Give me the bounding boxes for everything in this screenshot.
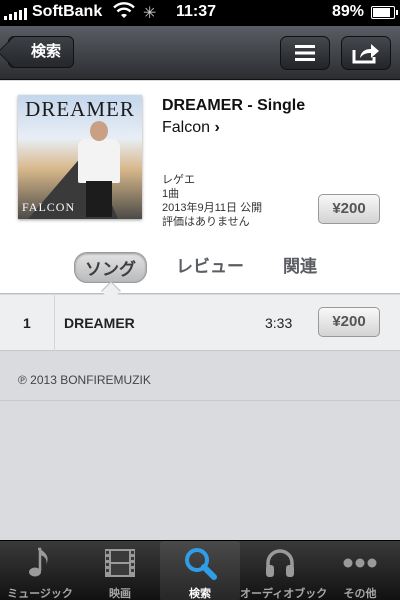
tab-music[interactable]: ミュージック <box>0 541 80 600</box>
headphones-icon <box>240 545 320 581</box>
chevron-right-icon: › <box>214 119 220 136</box>
back-button[interactable]: 検索 <box>8 36 75 68</box>
cover-artist-text: FALCON <box>22 200 76 214</box>
carrier-name: SoftBank <box>32 3 103 20</box>
tab-songs[interactable]: ソング <box>74 252 147 283</box>
battery-icon <box>371 6 398 19</box>
music-note-icon <box>0 545 80 581</box>
tab-movies[interactable]: 映画 <box>80 541 160 600</box>
tab-more[interactable]: その他 <box>320 541 400 600</box>
track-duration: 3:33 <box>265 315 293 331</box>
divider <box>0 400 400 401</box>
share-button[interactable] <box>341 36 391 70</box>
activity-spinner-icon: ✳ <box>143 5 157 22</box>
more-dots-icon <box>320 545 400 581</box>
search-icon <box>160 545 240 581</box>
signal-icon <box>4 8 27 20</box>
list-icon <box>295 45 315 61</box>
tab-search[interactable]: 検索 <box>160 541 240 600</box>
product-header: DREAMER FALCON DREAMER - Single Falcon ›… <box>0 81 400 238</box>
battery-percent: 89% <box>332 3 365 20</box>
track-number: 1 <box>23 315 31 331</box>
segment-tabs: ソング レビュー 関連 <box>0 238 400 294</box>
tab-bar: ミュージック 映画 検索 オーディオブック その他 <box>0 540 400 600</box>
tab-reviews[interactable]: レビュー <box>176 252 244 277</box>
rating: 評価はありません <box>162 216 250 228</box>
status-time: 11:37 <box>176 3 217 20</box>
share-icon <box>352 44 379 64</box>
buy-album-button[interactable]: ¥200 <box>318 194 380 224</box>
cover-figure <box>76 121 122 217</box>
status-bar: SoftBank ✳ 11:37 89% <box>0 0 400 26</box>
track-name: DREAMER <box>64 315 135 331</box>
navigation-bar: 検索 <box>0 26 400 80</box>
table-row[interactable]: 1 DREAMER 3:33 ¥200 <box>0 295 400 351</box>
buy-track-button[interactable]: ¥200 <box>318 307 380 337</box>
artist-link[interactable]: Falcon › <box>162 119 220 137</box>
wifi-icon <box>113 2 135 25</box>
album-title: DREAMER - Single <box>162 97 306 114</box>
copyright-text: ℗ 2013 BONFIREMUZIK <box>18 373 151 387</box>
cover-title-text: DREAMER <box>25 97 135 121</box>
tab-related[interactable]: 関連 <box>283 252 317 277</box>
album-cover[interactable]: DREAMER FALCON <box>18 95 142 219</box>
film-strip-icon <box>80 545 160 581</box>
list-button[interactable] <box>280 36 330 70</box>
tab-audiobooks[interactable]: オーディオブック <box>240 541 327 600</box>
